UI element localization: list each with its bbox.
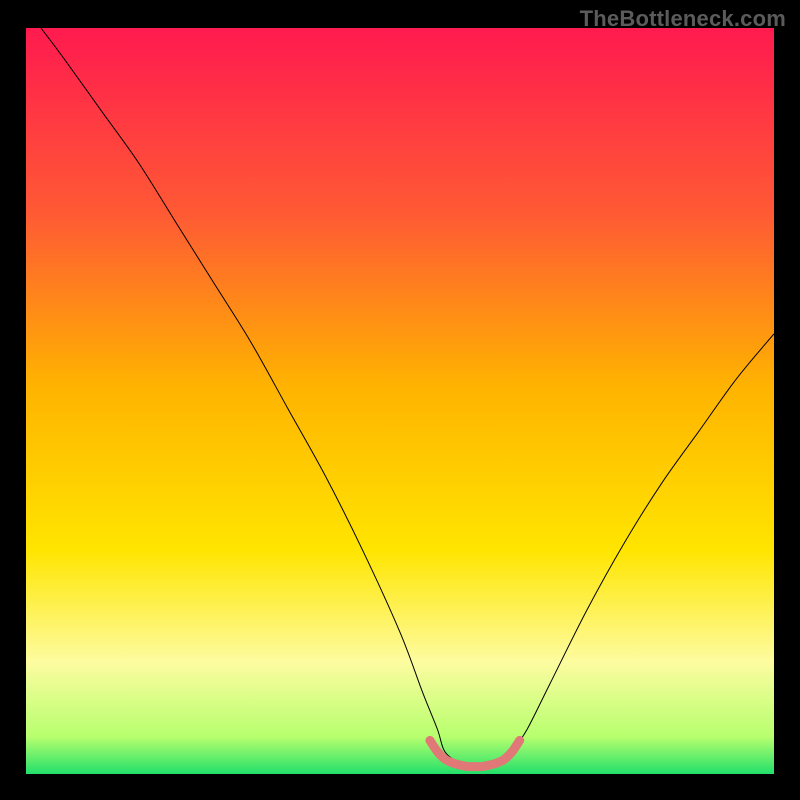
chart-frame: TheBottleneck.com — [0, 0, 800, 800]
gradient-background — [26, 28, 774, 774]
bottleneck-chart-svg — [0, 0, 800, 800]
watermark-text: TheBottleneck.com — [580, 6, 786, 32]
